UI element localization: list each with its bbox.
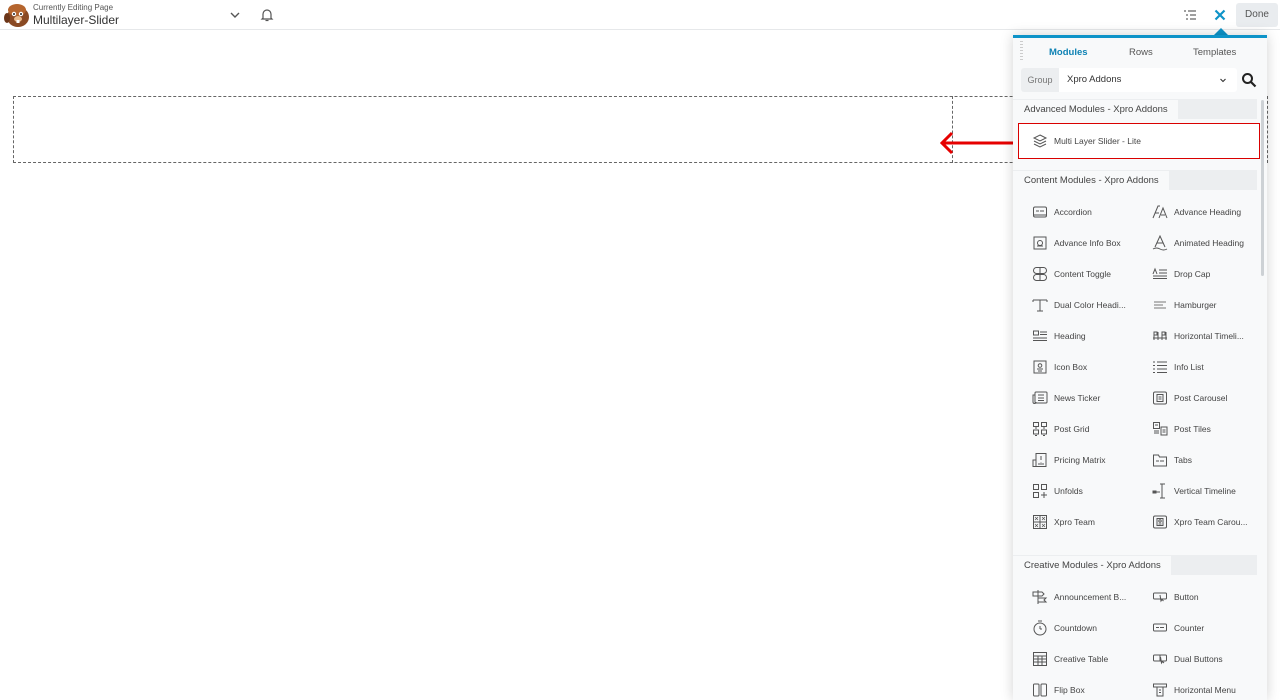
module-heading[interactable]: Heading <box>1032 325 1086 347</box>
hamburger-icon <box>1154 301 1166 309</box>
module-creative-table[interactable]: Creative Table <box>1032 648 1108 670</box>
beaver-logo-icon <box>4 4 29 27</box>
module-counter[interactable]: Counter <box>1152 617 1204 639</box>
dual-color-heading-icon <box>1032 299 1048 312</box>
chevron-down-icon <box>1220 78 1226 83</box>
group-select-value: Xpro Addons <box>1067 74 1122 85</box>
module-news-ticker[interactable]: News Ticker <box>1032 387 1100 409</box>
module-list: Advanced Modules - Xpro Addons Multi Lay… <box>1013 96 1267 700</box>
tab-templates[interactable]: Templates <box>1193 47 1236 58</box>
module-xpro-team[interactable]: Xpro Team <box>1032 511 1095 533</box>
post-grid-icon <box>1033 422 1047 436</box>
chevron-down-icon[interactable] <box>228 8 242 22</box>
button-icon <box>1153 592 1167 603</box>
module-unfolds[interactable]: Unfolds <box>1032 480 1083 502</box>
info-list-icon <box>1153 361 1167 373</box>
section-header-content: Content Modules - Xpro Addons <box>1013 170 1257 191</box>
team-icon <box>1033 515 1047 529</box>
modules-panel: Modules Rows Templates Group Xpro Addons… <box>1013 35 1267 700</box>
module-post-carousel[interactable]: Post Carousel <box>1152 387 1227 409</box>
section-header-advanced: Advanced Modules - Xpro Addons <box>1013 99 1257 120</box>
module-advance-info-box[interactable]: Advance Info Box <box>1032 232 1121 254</box>
module-dual-color-heading[interactable]: Dual Color Headi... <box>1032 294 1126 316</box>
module-dual-buttons[interactable]: Dual Buttons <box>1152 648 1223 670</box>
pricing-matrix-icon <box>1032 453 1047 467</box>
close-icon[interactable] <box>1212 7 1228 23</box>
module-drop-cap[interactable]: Drop Cap <box>1152 263 1210 285</box>
search-icon[interactable] <box>1241 72 1257 88</box>
module-xpro-team-carousel[interactable]: Xpro Team Carou... <box>1152 511 1248 533</box>
module-vertical-timeline[interactable]: Vertical Timeline <box>1152 480 1236 502</box>
post-carousel-icon <box>1153 391 1167 405</box>
vertical-timeline-icon <box>1152 483 1165 499</box>
module-horizontal-timeline[interactable]: Horizontal Timeli... <box>1152 325 1244 347</box>
module-countdown[interactable]: Countdown <box>1032 617 1097 639</box>
module-hamburger[interactable]: Hamburger <box>1152 294 1217 316</box>
module-button[interactable]: Button <box>1152 586 1199 608</box>
drop-cap-icon <box>1152 267 1167 279</box>
tab-rows[interactable]: Rows <box>1129 47 1153 58</box>
module-icon-box[interactable]: Icon Box <box>1032 356 1087 378</box>
news-ticker-icon <box>1032 391 1048 404</box>
top-bar: Currently Editing Page Multilayer-Slider… <box>0 0 1280 30</box>
tabs-icon <box>1153 454 1167 467</box>
module-flip-box[interactable]: Flip Box <box>1032 679 1085 700</box>
icon-box-icon <box>1033 360 1047 374</box>
module-content-toggle[interactable]: Content Toggle <box>1032 263 1111 285</box>
content-toggle-icon <box>1033 267 1047 281</box>
team-carousel-icon <box>1153 515 1167 529</box>
horizontal-timeline-icon <box>1153 331 1167 340</box>
table-icon <box>1033 652 1047 666</box>
editing-label: Currently Editing Page <box>33 3 114 12</box>
arrow-annotation-icon <box>939 131 1022 155</box>
panel-tabs: Modules Rows Templates <box>1013 45 1267 63</box>
horizontal-menu-icon <box>1153 683 1167 697</box>
advance-heading-icon <box>1152 205 1168 219</box>
module-pricing-matrix[interactable]: Pricing Matrix <box>1032 449 1105 471</box>
group-select[interactable]: Xpro Addons <box>1059 68 1237 92</box>
animated-heading-icon <box>1152 235 1168 251</box>
module-animated-heading[interactable]: Animated Heading <box>1152 232 1244 254</box>
module-post-grid[interactable]: Post Grid <box>1032 418 1089 440</box>
layers-icon <box>1032 134 1048 148</box>
tab-modules[interactable]: Modules <box>1049 47 1088 58</box>
outline-list-icon[interactable] <box>1182 8 1198 22</box>
group-label: Group <box>1021 68 1059 92</box>
announcement-icon <box>1032 590 1048 604</box>
unfolds-icon <box>1033 484 1047 498</box>
module-multi-layer-slider[interactable]: Multi Layer Slider - Lite <box>1032 130 1141 152</box>
panel-scrollbar[interactable] <box>1261 100 1264 276</box>
info-box-icon <box>1033 236 1047 250</box>
heading-icon <box>1033 330 1047 341</box>
counter-icon <box>1153 623 1167 632</box>
module-horizontal-menu[interactable]: Horizontal Menu <box>1152 679 1236 700</box>
post-tiles-icon <box>1153 422 1168 436</box>
module-advance-heading[interactable]: Advance Heading <box>1152 201 1241 223</box>
module-announcement-bar[interactable]: Announcement B... <box>1032 586 1126 608</box>
dual-buttons-icon <box>1153 654 1167 665</box>
section-header-creative: Creative Modules - Xpro Addons <box>1013 555 1257 576</box>
flip-box-icon <box>1033 683 1047 697</box>
module-tabs[interactable]: Tabs <box>1152 449 1192 471</box>
countdown-icon <box>1033 620 1047 636</box>
group-filter: Group Xpro Addons <box>1021 68 1237 92</box>
done-button[interactable]: Done <box>1236 3 1278 27</box>
accordion-icon <box>1033 206 1047 218</box>
page-title: Multilayer-Slider <box>33 13 120 27</box>
bell-icon[interactable] <box>260 7 274 23</box>
module-info-list[interactable]: Info List <box>1152 356 1204 378</box>
module-post-tiles[interactable]: Post Tiles <box>1152 418 1211 440</box>
module-accordion[interactable]: Accordion <box>1032 201 1092 223</box>
